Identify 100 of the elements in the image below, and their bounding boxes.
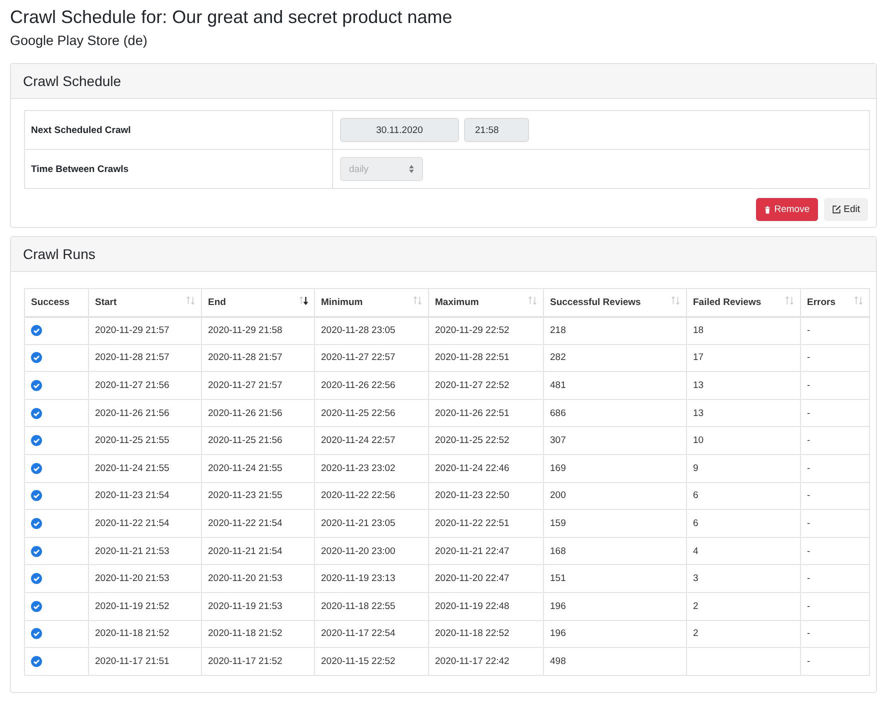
table-cell: 196 (550, 600, 566, 612)
column-header[interactable]: Success (24, 288, 88, 316)
column-header[interactable]: Maximum (428, 288, 544, 316)
table-cell: 2020-11-21 21:53 (95, 546, 170, 557)
table-cell: - (807, 518, 810, 529)
table-cell: 2020-11-28 22:51 (435, 352, 510, 364)
table-cell: 2020-11-15 22:52 (321, 656, 396, 667)
table-cell: - (807, 573, 810, 584)
card-title: Crawl Runs (23, 246, 96, 262)
table-cell: 6 (693, 518, 698, 529)
store-subtitle: Google Play Store (de) (10, 32, 148, 50)
table-cell: 2020-11-20 23:00 (321, 546, 396, 557)
table-cell: - (807, 490, 810, 502)
table-cell: 2020-11-20 21:53 (208, 573, 282, 584)
table-cell: 2020-11-27 21:56 (95, 380, 170, 391)
table-cell: - (807, 462, 810, 474)
table-cell: - (807, 656, 810, 667)
table-cell: 2020-11-23 22:50 (435, 490, 510, 502)
table-cell: 2020-11-29 22:52 (435, 325, 510, 336)
table-cell: 2020-11-28 23:05 (321, 325, 396, 336)
table-cell: 9 (693, 462, 698, 474)
table-cell: 151 (550, 573, 566, 584)
table-cell: 481 (550, 380, 566, 391)
table-cell: 2 (693, 600, 698, 612)
table-cell: 2020-11-28 21:57 (208, 352, 282, 364)
edit-icon (832, 205, 841, 214)
table-cell: 2020-11-21 22:47 (435, 546, 510, 557)
trash-icon (764, 206, 772, 214)
table-cell: 2020-11-17 21:51 (95, 656, 170, 667)
table-cell: 2020-11-19 21:52 (95, 600, 170, 612)
card-title: Crawl Schedule (23, 73, 122, 89)
table-cell: 2020-11-19 22:48 (435, 600, 510, 612)
table-cell: 2020-11-28 21:57 (95, 352, 170, 364)
table-cell: 2020-11-20 22:47 (435, 573, 510, 584)
table-cell: 2020-11-27 21:57 (208, 380, 282, 391)
time-field[interactable]: 21:58 (464, 118, 529, 142)
table-cell: - (807, 408, 810, 419)
column-header[interactable]: Failed Reviews (686, 288, 800, 316)
edit-button[interactable]: Edit (824, 198, 868, 221)
field-label: Next Scheduled Crawl (24, 110, 332, 150)
table-cell: 2020-11-23 21:54 (95, 490, 170, 502)
table-cell: 2020-11-18 22:52 (435, 628, 510, 640)
table-cell: 168 (550, 546, 566, 557)
column-header[interactable]: Successful Reviews (544, 288, 686, 316)
table-cell: 2020-11-26 22:56 (321, 380, 396, 391)
table-cell: 6 (693, 490, 698, 502)
table-cell: - (807, 435, 810, 446)
table-cell: 2020-11-29 21:57 (95, 325, 170, 336)
table-cell: - (807, 380, 810, 391)
table-cell: 2020-11-18 21:52 (208, 628, 282, 640)
table-cell: - (807, 600, 810, 612)
table-cell: 4 (693, 546, 698, 557)
column-header[interactable]: Errors (800, 288, 870, 316)
table-cell: 2020-11-24 21:55 (95, 462, 170, 474)
table-cell: 2020-11-20 21:53 (95, 573, 170, 584)
table-cell: 2020-11-18 21:52 (95, 628, 170, 640)
table-cell: 2020-11-22 21:54 (208, 518, 282, 529)
table-cell: 2020-11-17 22:42 (435, 656, 510, 667)
table-cell: 2020-11-25 21:56 (208, 435, 282, 446)
table-cell: 2020-11-26 21:56 (95, 408, 170, 419)
table-cell: 2020-11-22 21:54 (95, 518, 170, 529)
table-cell: 2020-11-18 22:55 (321, 600, 396, 612)
table-cell: - (807, 352, 810, 364)
column-header[interactable]: End (202, 288, 314, 316)
table-cell: 13 (693, 380, 704, 391)
table-cell: 13 (693, 408, 704, 419)
table-cell: 169 (550, 462, 566, 474)
page-title: Crawl Schedule for: Our great and secret product name (10, 6, 454, 28)
table-cell: 2020-11-24 22:46 (435, 462, 510, 474)
table-cell: 3 (693, 573, 698, 584)
table-cell: 2020-11-23 23:02 (321, 462, 396, 474)
table-cell: 2 (693, 628, 698, 640)
updown-icon (409, 165, 414, 173)
table-cell: 2020-11-25 22:56 (321, 408, 396, 419)
table-cell: 2020-11-25 22:52 (435, 435, 510, 446)
table-cell: 2020-11-21 21:54 (208, 546, 282, 557)
table-cell: 2020-11-21 23:05 (321, 518, 396, 529)
table-cell: 159 (550, 518, 566, 529)
table-cell: 2020-11-26 22:51 (435, 408, 510, 419)
date-field[interactable]: 30.11.2020 (340, 118, 459, 142)
table-cell: - (807, 325, 810, 336)
table-cell: 2020-11-25 21:55 (95, 435, 170, 446)
table-cell: 2020-11-29 21:58 (208, 325, 282, 336)
table-cell: 2020-11-17 21:52 (208, 656, 282, 667)
table-cell: 18 (693, 325, 704, 336)
table-cell: 307 (550, 435, 566, 446)
table-cell: 2020-11-27 22:57 (321, 352, 396, 364)
table-cell: 2020-11-22 22:51 (435, 518, 510, 529)
column-header[interactable]: Minimum (314, 288, 428, 316)
table-cell: 2020-11-23 21:55 (208, 490, 282, 502)
table-cell: 218 (550, 325, 566, 336)
table-cell: - (807, 546, 810, 557)
remove-button[interactable]: Remove (756, 198, 818, 221)
table-cell: 10 (693, 435, 704, 446)
column-header[interactable]: Start (88, 288, 202, 316)
table-cell: 686 (550, 408, 566, 419)
table-cell: 2020-11-24 22:57 (321, 435, 396, 446)
table-cell: 2020-11-27 22:52 (435, 380, 510, 391)
table-cell: 282 (550, 352, 566, 364)
table-cell: 2020-11-17 22:54 (321, 628, 396, 640)
